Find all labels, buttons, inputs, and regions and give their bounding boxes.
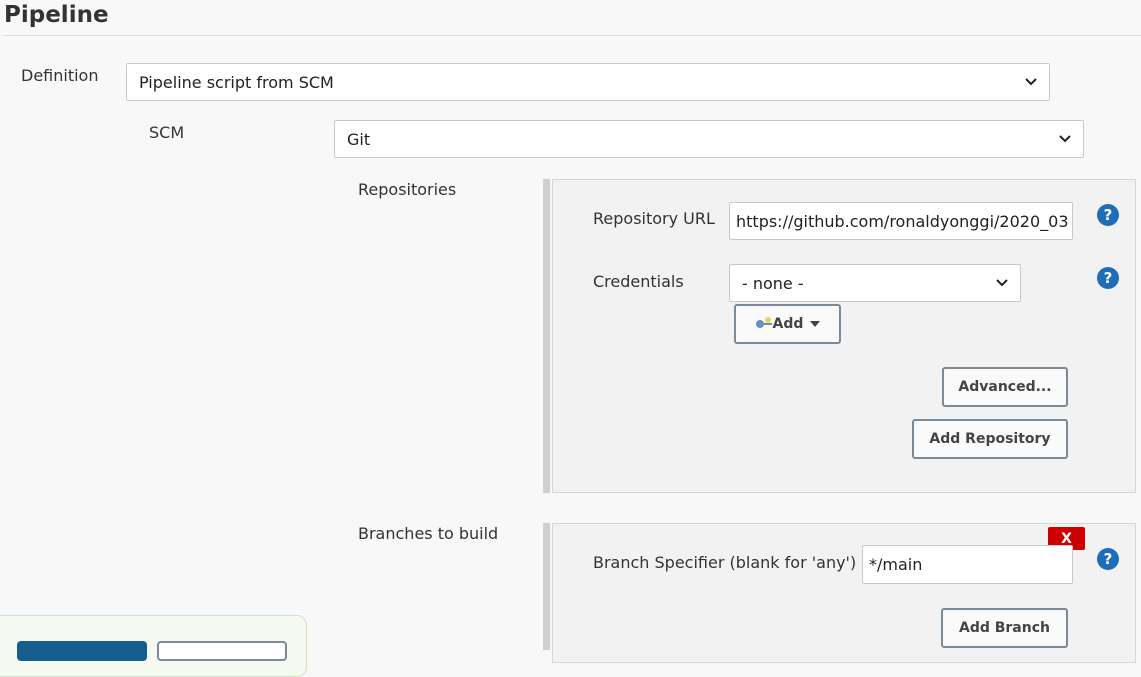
credentials-select[interactable]: - none - — [729, 264, 1021, 302]
save-button[interactable] — [17, 641, 147, 661]
add-branch-button[interactable]: Add Branch — [941, 608, 1068, 648]
add-credentials-label: Add — [772, 316, 804, 332]
advanced-button[interactable]: Advanced... — [942, 367, 1068, 407]
scm-label: SCM — [149, 123, 185, 142]
apply-button[interactable] — [157, 641, 287, 661]
branches-label: Branches to build — [358, 524, 499, 543]
repositories-panel-bar — [543, 179, 550, 493]
repository-url-label: Repository URL — [593, 209, 715, 228]
help-icon[interactable]: ? — [1097, 267, 1119, 289]
scm-value: Git — [347, 129, 371, 149]
help-icon[interactable]: ? — [1097, 204, 1119, 226]
chevron-down-icon — [996, 279, 1008, 287]
definition-value: Pipeline script from SCM — [139, 72, 334, 92]
section-title: Pipeline — [4, 2, 109, 28]
branch-specifier-label: Branch Specifier (blank for 'any') — [593, 553, 857, 572]
credentials-label: Credentials — [593, 272, 684, 291]
add-credentials-button[interactable]: Add — [734, 304, 841, 344]
add-repository-button[interactable]: Add Repository — [912, 419, 1068, 459]
repository-url-input[interactable]: https://github.com/ronaldyonggi/2020_03 — [729, 202, 1073, 240]
branch-specifier-input[interactable]: */main — [862, 545, 1073, 584]
chevron-down-icon — [1059, 135, 1071, 143]
definition-label: Definition — [21, 66, 99, 85]
repositories-label: Repositories — [358, 180, 457, 199]
section-divider — [4, 35, 1141, 36]
credentials-value: - none - — [742, 273, 804, 293]
caret-down-icon — [810, 321, 821, 327]
help-icon[interactable]: ? — [1097, 548, 1119, 570]
key-icon — [755, 317, 772, 328]
definition-select[interactable]: Pipeline script from SCM — [126, 63, 1050, 101]
scm-select[interactable]: Git — [334, 120, 1084, 158]
chevron-down-icon — [1025, 78, 1037, 86]
branches-panel-bar — [543, 523, 550, 650]
